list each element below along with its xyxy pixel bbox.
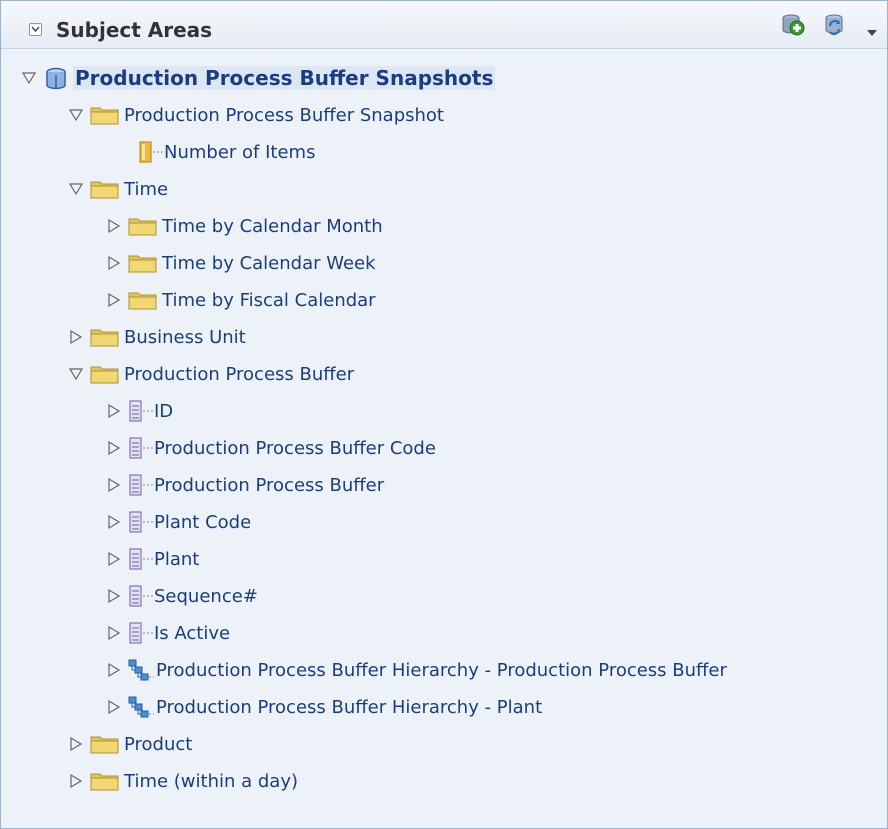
tree-node[interactable]: Plant Code [1,505,887,542]
folder-icon [90,104,120,131]
tree-node-label[interactable]: Production Process Buffer [124,364,354,385]
tree-node-label[interactable]: Plant Code [154,512,251,533]
folder-icon [90,363,120,390]
collapsed-triangle-icon[interactable] [68,329,84,345]
tree-node-label[interactable]: Time by Calendar Week [162,253,376,274]
subject-area-icon [43,67,69,96]
tree-node-label[interactable]: Production Process Buffer Hierarchy - Pl… [156,697,542,718]
tree-node-label[interactable]: Number of Items [164,142,315,163]
tree-node[interactable]: ID [1,394,887,431]
folder-icon [90,326,120,353]
expanded-triangle-icon[interactable] [68,366,84,382]
folder-icon [90,178,120,205]
tree-node[interactable]: Production Process Buffer Snapshot [1,98,887,135]
tree-node[interactable]: Time by Calendar Month [1,209,887,246]
expanded-triangle-icon[interactable] [68,107,84,123]
folder-icon [90,733,120,760]
panel-header: Subject Areas [1,1,887,49]
tree-node-label[interactable]: Time by Calendar Month [162,216,383,237]
collapsed-triangle-icon[interactable] [106,440,122,456]
tree-node[interactable]: Production Process Buffer [1,468,887,505]
tree-node[interactable]: Time by Fiscal Calendar [1,283,887,320]
tree-node-label[interactable]: Production Process Buffer [154,475,384,496]
tree-node-label[interactable]: Production Process Buffer Snapshots [73,66,496,90]
folder-icon [128,289,158,316]
collapsed-triangle-icon[interactable] [106,699,122,715]
collapsed-triangle-icon[interactable] [68,736,84,752]
tree-node[interactable]: Business Unit [1,320,887,357]
tree-node-label[interactable]: Production Process Buffer Hierarchy - Pr… [156,660,727,681]
folder-icon [90,770,120,797]
tree-node-label[interactable]: Business Unit [124,327,246,348]
menu-arrow-icon[interactable] [867,30,877,36]
panel-title: Subject Areas [56,18,213,42]
collapsed-triangle-icon[interactable] [106,514,122,530]
folder-icon [128,215,158,242]
folder-icon [128,252,158,279]
collapsed-triangle-icon[interactable] [68,773,84,789]
expanded-triangle-icon[interactable] [68,181,84,197]
tree-node[interactable]: Is Active [1,616,887,653]
add-subject-area-icon[interactable] [779,11,807,39]
tree-node[interactable]: Plant [1,542,887,579]
tree-node[interactable]: Production Process Buffer Hierarchy - Pl… [1,690,887,727]
tree-node-label[interactable]: Sequence# [154,586,258,607]
tree-node-label[interactable]: ID [154,401,173,422]
tree-node-label[interactable]: Time (within a day) [124,771,298,792]
collapsed-triangle-icon[interactable] [106,662,122,678]
tree-node-label[interactable]: Time by Fiscal Calendar [162,290,376,311]
tree-node-label[interactable]: Product [124,734,192,755]
collapsed-triangle-icon[interactable] [106,292,122,308]
subject-area-tree: Production Process Buffer Snapshots Produ… [1,61,887,801]
tree-node[interactable]: Time [1,172,887,209]
tree-node[interactable]: Time by Calendar Week [1,246,887,283]
refresh-icon[interactable] [821,11,849,39]
collapse-panel-button[interactable] [29,23,42,36]
tree-node[interactable]: Product [1,727,887,764]
tree-node-label[interactable]: Production Process Buffer Code [154,438,436,459]
tree-node[interactable]: Production Process Buffer [1,357,887,394]
collapsed-triangle-icon[interactable] [106,551,122,567]
expanded-triangle-icon[interactable] [21,70,37,86]
collapsed-triangle-icon[interactable] [106,218,122,234]
tree-node[interactable]: Sequence# [1,579,887,616]
tree-node-label[interactable]: Is Active [154,623,230,644]
tree-node-label[interactable]: Plant [154,549,199,570]
tree-node[interactable]: Number of Items [1,135,887,172]
tree-node[interactable]: Production Process Buffer Snapshots [1,61,887,98]
tree-node-label[interactable]: Production Process Buffer Snapshot [124,105,444,126]
collapsed-triangle-icon[interactable] [106,588,122,604]
subject-areas-panel: Subject Areas Production Process Buffer … [0,0,888,829]
tree-node[interactable]: Time (within a day) [1,764,887,801]
collapsed-triangle-icon[interactable] [106,403,122,419]
tree-node[interactable]: Production Process Buffer Code [1,431,887,468]
collapsed-triangle-icon[interactable] [106,625,122,641]
tree-node-label[interactable]: Time [124,179,168,200]
chevron-down-icon [31,26,40,33]
collapsed-triangle-icon[interactable] [106,477,122,493]
collapsed-triangle-icon[interactable] [106,255,122,271]
tree-node[interactable]: Production Process Buffer Hierarchy - Pr… [1,653,887,690]
